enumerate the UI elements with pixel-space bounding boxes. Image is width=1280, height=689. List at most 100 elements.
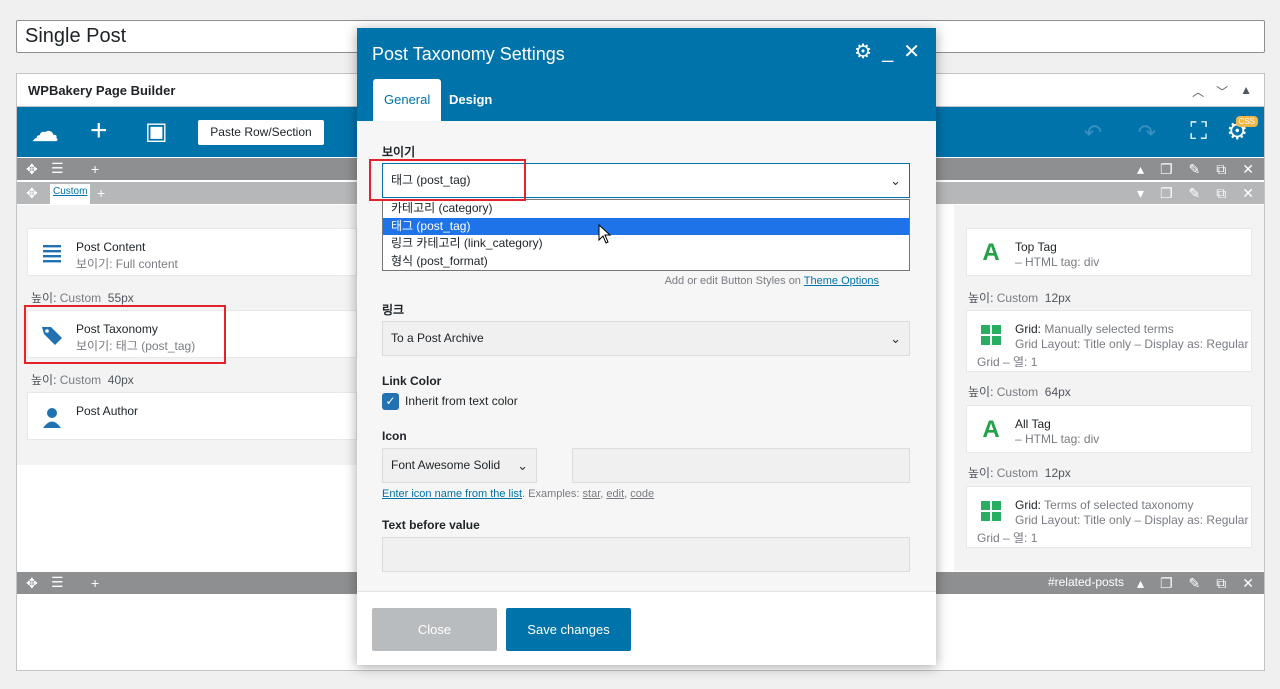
clone-icon[interactable]: ⧉ (1216, 160, 1226, 178)
theme-options-link[interactable]: Theme Options (804, 275, 879, 287)
element-grid-taxonomy[interactable]: Grid: Terms of selected taxonomy Grid La… (966, 486, 1252, 548)
save-changes-button[interactable]: Save changes (506, 608, 631, 651)
delete-icon[interactable]: ✕ (1242, 574, 1254, 592)
lines-icon (43, 245, 61, 263)
add-column-icon[interactable]: + (91, 160, 99, 178)
mouse-cursor-icon (598, 224, 612, 244)
custom-tab[interactable]: Custom (50, 184, 91, 204)
text-before-label: Text before value (382, 518, 480, 532)
close-icon[interactable]: ✕ (903, 40, 920, 64)
element-post-author[interactable]: Post Author (27, 392, 357, 440)
undo-icon[interactable]: ↶ (1084, 120, 1102, 146)
element-post-content[interactable]: Post Content 보이기: Full content (27, 228, 357, 276)
element-grid-manual[interactable]: Grid: Manually selected terms Grid Layou… (966, 310, 1252, 372)
delete-icon[interactable]: ✕ (1242, 184, 1254, 202)
link-label: 링크 (382, 303, 405, 317)
element-subtitle: – HTML tag: div (1015, 432, 1100, 446)
copy-icon[interactable]: ❐ (1160, 574, 1173, 592)
spacer-label: 높이: Custom 40px (31, 373, 134, 387)
move-icon[interactable]: ✥ (26, 574, 38, 592)
chevron-down-icon: ⌄ (890, 331, 901, 346)
minimize-icon[interactable]: _ (882, 40, 893, 64)
user-icon (43, 408, 61, 428)
tab-general[interactable]: General (373, 79, 442, 121)
row-id-label: #related-posts (1047, 575, 1124, 589)
chevron-up-icon[interactable]: ︿ (1192, 83, 1204, 100)
option-post-format[interactable]: 형식 (post_format) (383, 253, 909, 271)
icon-list-link[interactable]: Enter icon name from the list (382, 488, 522, 500)
link-color-label: Link Color (382, 374, 442, 388)
element-title: All Tag (1015, 417, 1051, 431)
row-actions: ▾ ❐ ✎ ⧉ ✕ (1137, 184, 1254, 202)
settings-modal: Post Taxonomy Settings ⚙ _ ✕ General Des… (357, 28, 936, 665)
toggle-icon[interactable]: ▾ (1137, 184, 1144, 202)
edit-icon[interactable]: ✎ (1189, 574, 1201, 592)
element-title: Top Tag (1015, 240, 1057, 254)
element-subtitle-2: Grid – 열: 1 (977, 355, 1038, 369)
option-post-tag[interactable]: 태그 (post_tag) (383, 217, 909, 235)
icon-hint: Enter icon name from the list. Examples:… (382, 488, 655, 500)
link-select[interactable]: To a Post Archive ⌄ (382, 321, 910, 356)
element-top-tag[interactable]: A Top Tag – HTML tag: div (966, 228, 1252, 276)
chevron-down-icon: ⌄ (517, 458, 528, 473)
close-button[interactable]: Close (372, 608, 497, 651)
inherit-color-checkbox[interactable]: ✓ (382, 393, 399, 410)
spacer-label: 높이: Custom 55px (31, 291, 134, 305)
modal-title: Post Taxonomy Settings (372, 44, 565, 64)
element-title: Grid: Manually selected terms (1015, 322, 1174, 336)
modal-footer: Close Save changes (357, 591, 936, 665)
icon-label: Icon (382, 429, 407, 443)
delete-icon[interactable]: ✕ (1242, 160, 1254, 178)
toggle-icon[interactable]: ▴ (1137, 160, 1144, 178)
move-icon[interactable]: ✥ (26, 160, 38, 178)
element-subtitle: Grid Layout: Title only – Display as: Re… (1015, 337, 1249, 351)
show-options-dropdown[interactable]: 카테고리 (category) 태그 (post_tag) 링크 카테고리 (l… (382, 199, 910, 271)
triangle-up-icon[interactable]: ▲ (1240, 83, 1252, 100)
element-subtitle: Grid Layout: Title only – Display as: Re… (1015, 513, 1249, 527)
text-a-icon: A (982, 416, 1000, 443)
icon-library-select[interactable]: Font Awesome Solid ⌄ (382, 448, 537, 483)
highlight-box (24, 305, 226, 364)
modal-header: Post Taxonomy Settings ⚙ _ ✕ General Des… (357, 28, 936, 121)
option-link-category[interactable]: 링크 카테고리 (link_category) (383, 235, 909, 253)
option-category[interactable]: 카테고리 (category) (383, 200, 909, 218)
add-element-icon[interactable]: + (90, 116, 108, 146)
tab-design[interactable]: Design (438, 79, 503, 121)
toggle-icon[interactable]: ▴ (1137, 574, 1144, 592)
spacer-label: 높이: Custom 12px (968, 466, 1071, 480)
inherit-color-label: Inherit from text color (405, 394, 518, 408)
layout-icon[interactable]: ☰ (51, 159, 64, 177)
gear-icon[interactable]: ⚙ (854, 40, 872, 64)
text-a-icon: A (982, 239, 1000, 266)
chevron-down-icon[interactable]: ﹀ (1216, 83, 1228, 100)
edit-icon[interactable]: ✎ (1189, 184, 1201, 202)
templates-icon[interactable]: ▣ (145, 119, 168, 145)
paste-row-button[interactable]: Paste Row/Section (198, 120, 324, 145)
move-icon[interactable]: ✥ (26, 184, 38, 202)
layout-icon[interactable]: ☰ (51, 573, 64, 591)
logo-cloud-icon[interactable]: ☁ (31, 118, 59, 146)
fullscreen-icon[interactable]: ⛶ (1190, 119, 1207, 145)
button-styles-hint: Add or edit Button Styles on Theme Optio… (664, 275, 879, 287)
highlight-box (369, 159, 526, 201)
panel-controls: ︿ ﹀ ▲ (1192, 83, 1252, 100)
element-subtitle-2: Grid – 열: 1 (977, 531, 1038, 545)
element-title: Post Author (76, 404, 139, 418)
add-column-icon[interactable]: + (97, 184, 105, 202)
row-actions: ▴ ❐ ✎ ⧉ ✕ (1137, 160, 1254, 178)
add-column-icon[interactable]: + (91, 574, 99, 592)
element-title: Grid: Terms of selected taxonomy (1015, 498, 1194, 512)
text-before-input[interactable] (382, 537, 910, 572)
clone-icon[interactable]: ⧉ (1216, 184, 1226, 202)
copy-icon[interactable]: ❐ (1160, 184, 1173, 202)
spacer-label: 높이: Custom 64px (968, 385, 1071, 399)
edit-icon[interactable]: ✎ (1189, 160, 1201, 178)
spacer-label: 높이: Custom 12px (968, 291, 1071, 305)
clone-icon[interactable]: ⧉ (1216, 574, 1226, 592)
element-all-tag[interactable]: A All Tag – HTML tag: div (966, 405, 1252, 453)
icon-name-input[interactable] (572, 448, 910, 483)
redo-icon[interactable]: ↷ (1138, 120, 1156, 146)
chevron-down-icon: ⌄ (890, 173, 901, 188)
grid-icon (981, 501, 1001, 521)
copy-icon[interactable]: ❐ (1160, 160, 1173, 178)
